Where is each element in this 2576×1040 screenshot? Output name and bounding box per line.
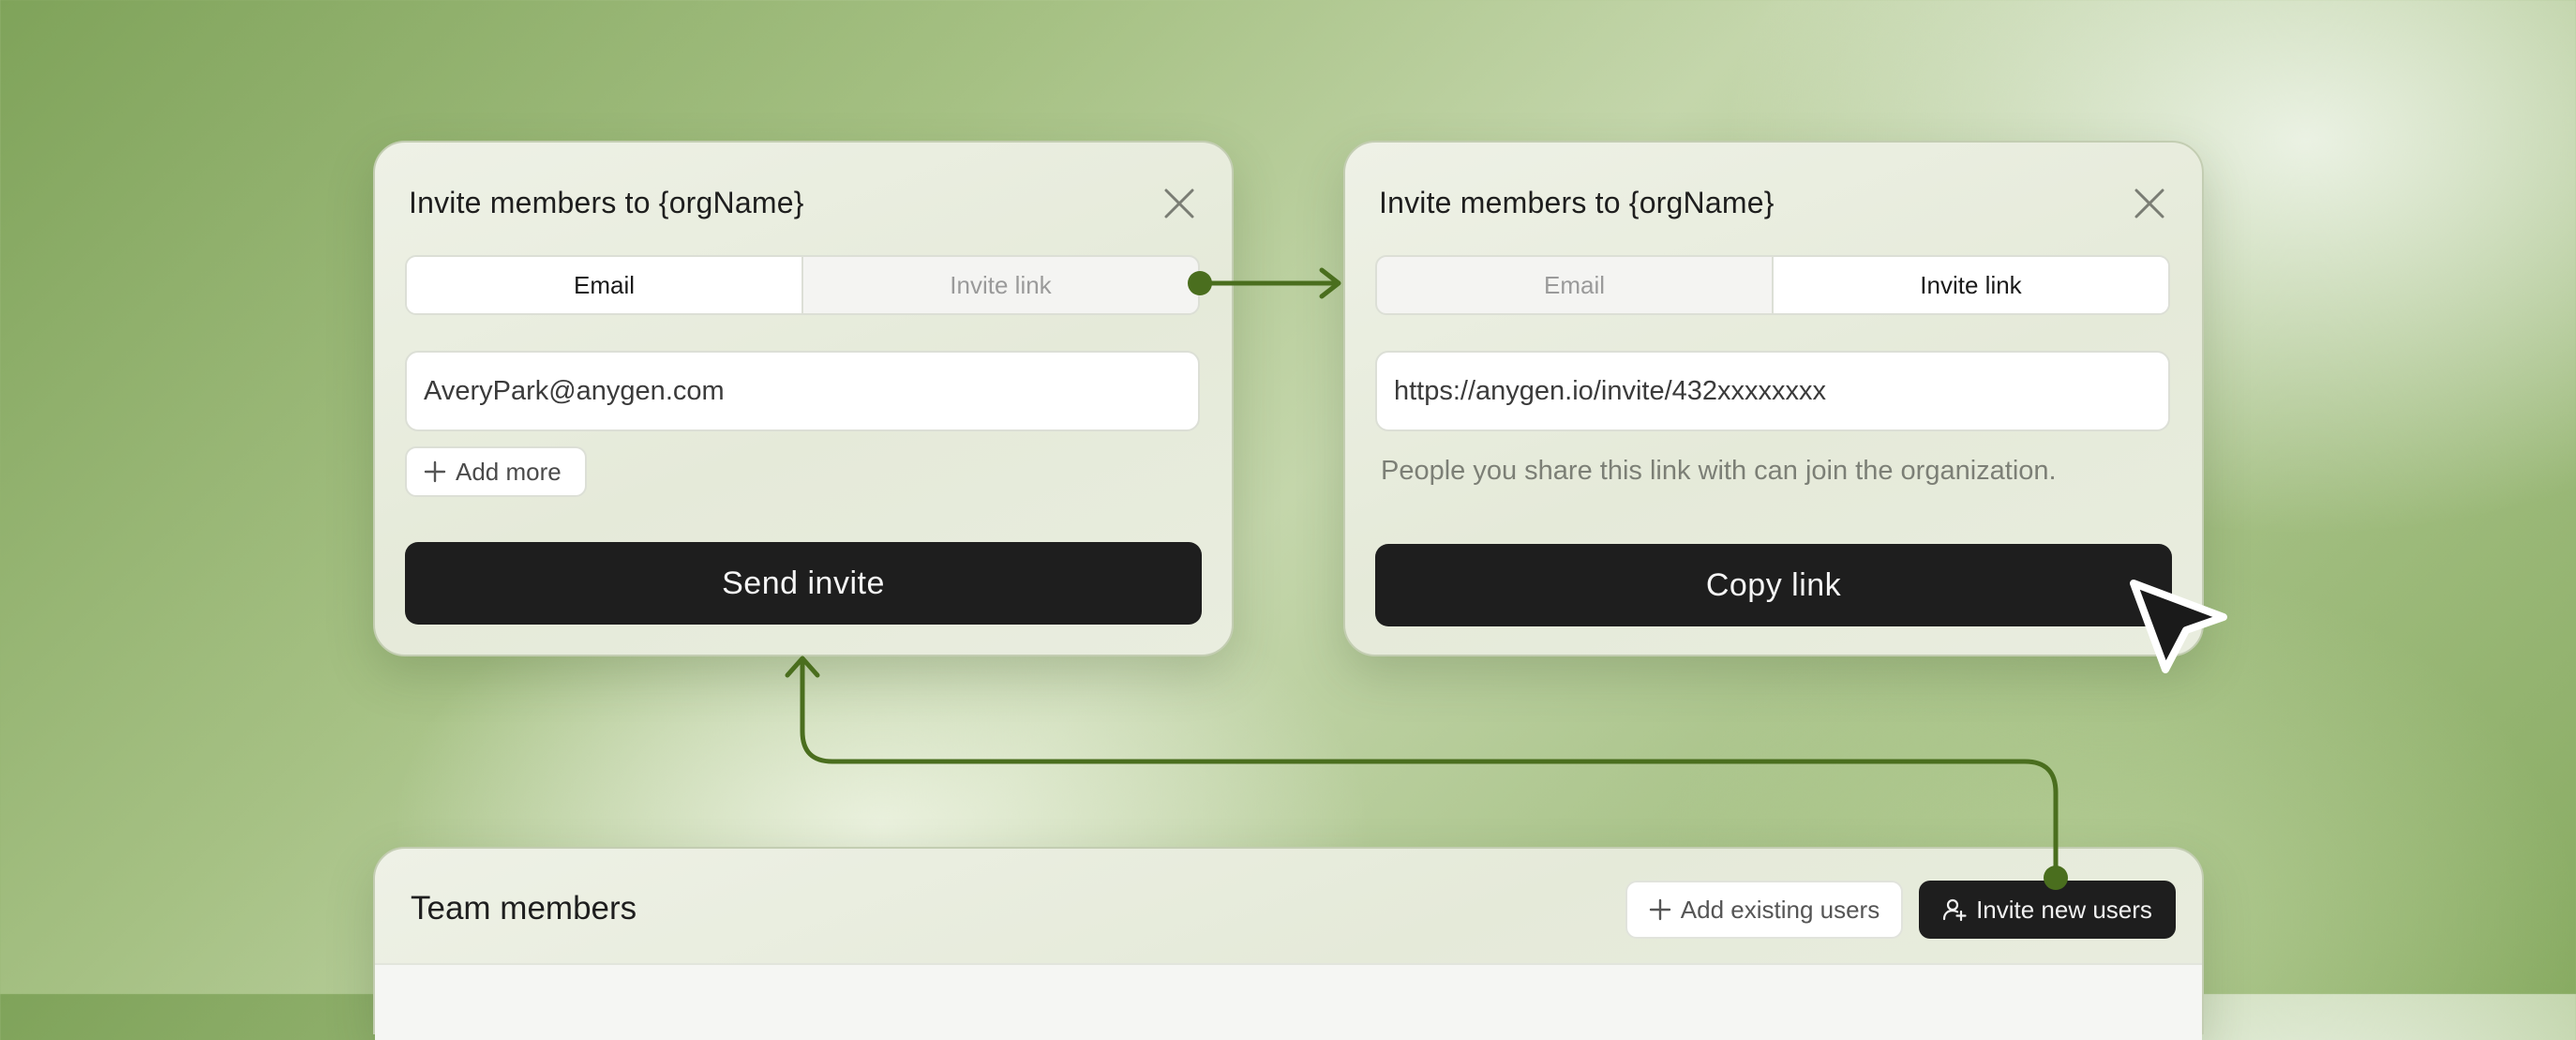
invite-flow-arrow <box>785 656 2068 890</box>
flow-connectors <box>785 267 2068 890</box>
tab-switch-arrow <box>1188 267 1341 299</box>
mouse-pointer-icon <box>2130 580 2227 673</box>
